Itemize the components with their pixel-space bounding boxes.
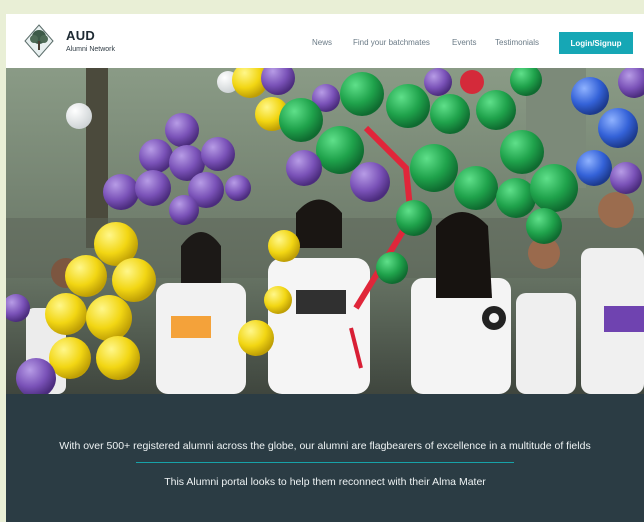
nav-find-batchmates[interactable]: Find your batchmates	[353, 38, 430, 47]
navbar: AUD Alumni Network News Find your batchm…	[6, 14, 644, 68]
nav-testimonials[interactable]: Testimonials	[495, 38, 539, 47]
banner-tagline: With over 500+ registered alumni across …	[59, 440, 591, 452]
brand[interactable]: AUD Alumni Network	[66, 28, 115, 55]
nav-events[interactable]: Events	[452, 38, 476, 47]
info-banner: With over 500+ registered alumni across …	[6, 394, 644, 522]
tree-logo-icon[interactable]	[24, 24, 54, 58]
banner-divider	[136, 462, 514, 463]
brand-title: AUD	[66, 28, 96, 43]
banner-subtext: This Alumni portal looks to help them re…	[164, 476, 486, 488]
brand-subtitle: Alumni Network	[66, 46, 116, 53]
hero-photo	[6, 68, 644, 394]
alumni-portal-page: AUD Alumni Network News Find your batchm…	[6, 14, 644, 522]
hero-image	[6, 68, 644, 394]
nav-news[interactable]: News	[312, 38, 332, 47]
login-signup-button[interactable]: Login/Signup	[559, 32, 633, 54]
